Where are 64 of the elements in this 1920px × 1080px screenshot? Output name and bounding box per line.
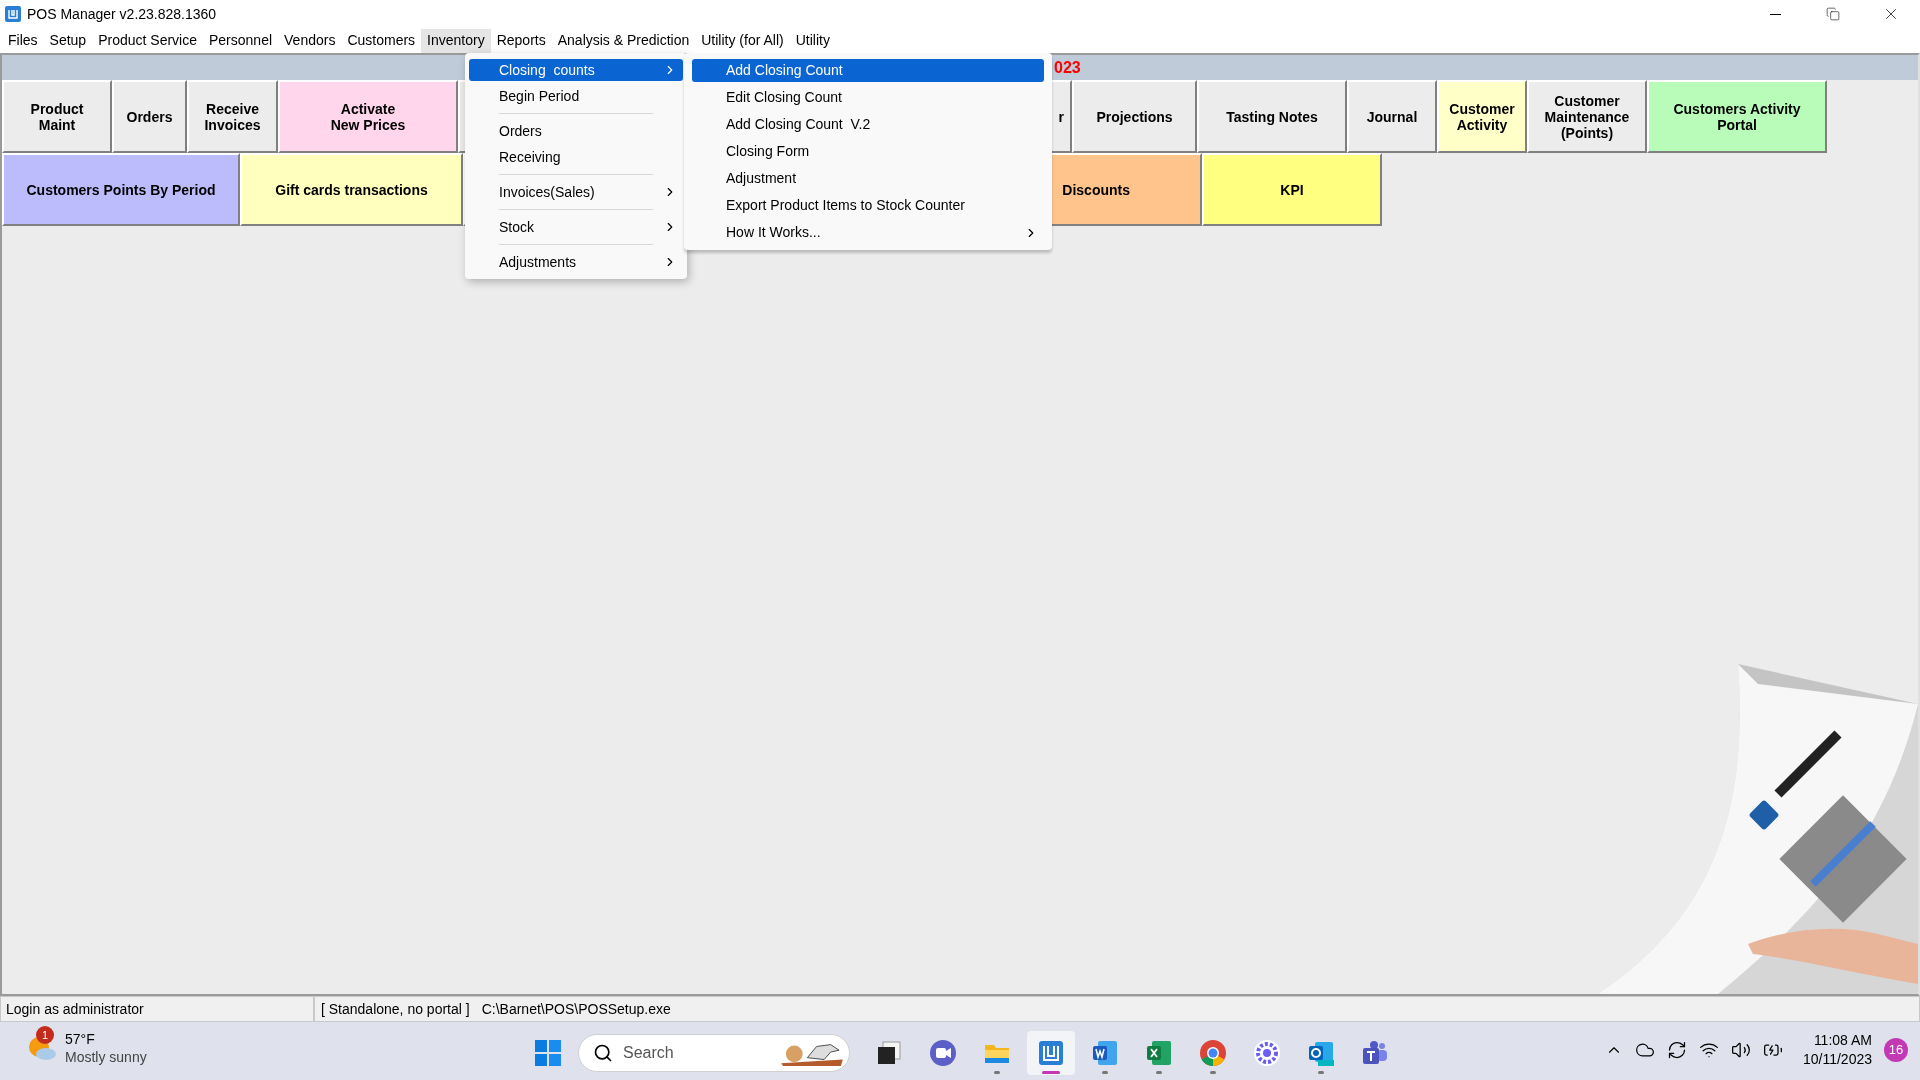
- menu-item[interactable]: Invoices(Sales): [469, 181, 683, 203]
- submenu-item[interactable]: Add Closing Count V.2: [692, 113, 1044, 136]
- menu-item[interactable]: Setup: [43, 28, 93, 53]
- notification-count[interactable]: 16: [1884, 1038, 1908, 1062]
- flower-icon: [1252, 1038, 1282, 1068]
- submenu-item[interactable]: Closing Form: [692, 140, 1044, 163]
- submenu-item[interactable]: Add Closing Count: [692, 59, 1044, 82]
- function-button[interactable]: Customer Activity: [1437, 80, 1527, 153]
- function-button[interactable]: Activate New Prices: [278, 80, 458, 153]
- function-button[interactable]: Receive Invoices: [187, 80, 278, 153]
- function-button[interactable]: Tasting Notes: [1197, 80, 1347, 153]
- header-text: 023: [1054, 57, 1081, 78]
- clock-time: 11:08 AM: [1813, 1031, 1872, 1050]
- function-button[interactable]: Gift cards transactions: [240, 153, 463, 226]
- speaker-icon[interactable]: [1730, 1040, 1751, 1060]
- sync-icon[interactable]: [1666, 1040, 1687, 1060]
- menu-item[interactable]: Adjustments: [469, 251, 683, 273]
- status-path: C:\Barnet\POS\POSSetup.exe: [481, 999, 671, 1019]
- menu-item[interactable]: Customers: [341, 28, 422, 53]
- menu-item[interactable]: Utility (for All): [695, 28, 790, 53]
- windows-icon: [534, 1039, 562, 1067]
- search-bar[interactable]: Search: [578, 1034, 850, 1072]
- search-field[interactable]: Search: [623, 1041, 743, 1065]
- restore-icon: [1826, 7, 1840, 21]
- window-title: POS Manager v2.23.828.1360: [27, 4, 217, 24]
- menu-item[interactable]: Files: [2, 28, 44, 53]
- menu-item[interactable]: Begin Period: [469, 85, 683, 107]
- notification-badge: 1: [36, 1026, 54, 1044]
- function-button[interactable]: Customer Maintenance (Points): [1527, 80, 1647, 153]
- function-button[interactable]: Customers Points By Period: [2, 153, 240, 226]
- status-mode: [ Standalone, no portal ]: [321, 999, 470, 1019]
- minimize-icon: [1769, 13, 1781, 15]
- menu-item[interactable]: Stock: [469, 216, 683, 238]
- function-button[interactable]: KPI: [1202, 153, 1382, 226]
- function-button[interactable]: Projections: [1072, 80, 1197, 153]
- weather-condition: Mostly sunny: [65, 1048, 147, 1066]
- submenu-item[interactable]: Edit Closing Count: [692, 86, 1044, 109]
- submenu-item[interactable]: How It Works...: [692, 221, 1044, 244]
- app-logo-icon: [5, 6, 21, 22]
- menu-item[interactable]: Receiving: [469, 146, 683, 168]
- function-button[interactable]: Product Maint: [2, 80, 112, 153]
- spreadsheet-icon: [1144, 1038, 1174, 1068]
- status-login: Login as administrator: [0, 996, 314, 1022]
- temperature: 57°F: [65, 1030, 96, 1048]
- function-button[interactable]: Orders: [112, 80, 187, 153]
- menu-item[interactable]: Analysis & Prediction: [551, 28, 696, 53]
- menu-item[interactable]: Reports: [490, 28, 552, 53]
- video-chat-icon: [928, 1038, 958, 1068]
- function-button[interactable]: Journal: [1347, 80, 1437, 153]
- menu-item[interactable]: Utility: [789, 28, 836, 53]
- menu-item[interactable]: Vendors: [278, 28, 342, 53]
- menu-item[interactable]: Orders: [469, 120, 683, 142]
- menu-item[interactable]: Product Service: [92, 28, 203, 53]
- menu-item[interactable]: Closing counts: [469, 59, 683, 81]
- menu-item[interactable]: Inventory: [421, 28, 491, 53]
- app-logo-icon: [1036, 1038, 1066, 1068]
- browser-icon: [1198, 1038, 1228, 1068]
- menu-item[interactable]: Personnel: [203, 28, 279, 53]
- search-icon: [593, 1043, 613, 1063]
- submenu-item[interactable]: Export Product Items to Stock Counter: [692, 194, 1044, 217]
- word-processor-icon: [1090, 1038, 1120, 1068]
- function-button[interactable]: Customers Activity Portal: [1647, 80, 1827, 153]
- clock-date: 10/11/2023: [1802, 1050, 1872, 1069]
- submenu-item[interactable]: Adjustment: [692, 167, 1044, 190]
